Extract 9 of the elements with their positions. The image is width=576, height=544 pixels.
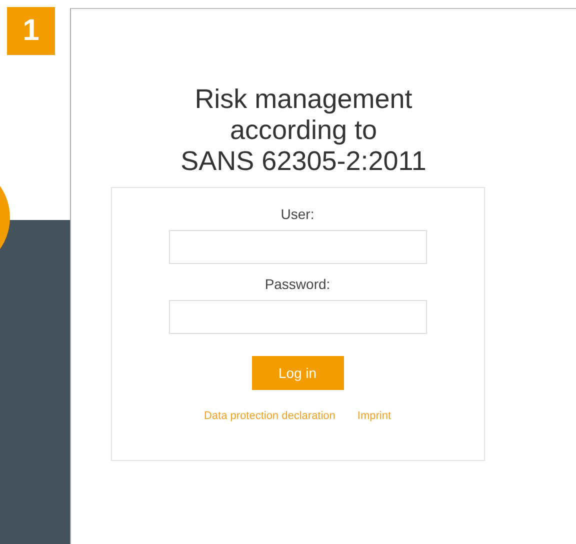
login-button[interactable]: Log in <box>252 356 344 390</box>
field-label: Password: <box>264 276 330 292</box>
page-title: Risk management according to SANS 62305-2:2011 <box>180 84 426 177</box>
footer-link[interactable]: Imprint <box>357 410 392 422</box>
footer-link[interactable]: Data protection declaration <box>204 410 336 422</box>
input-field[interactable] <box>168 230 426 264</box>
step-number-badge: 1 <box>7 7 55 55</box>
input-field[interactable] <box>168 300 426 334</box>
field-label: User: <box>280 206 314 222</box>
